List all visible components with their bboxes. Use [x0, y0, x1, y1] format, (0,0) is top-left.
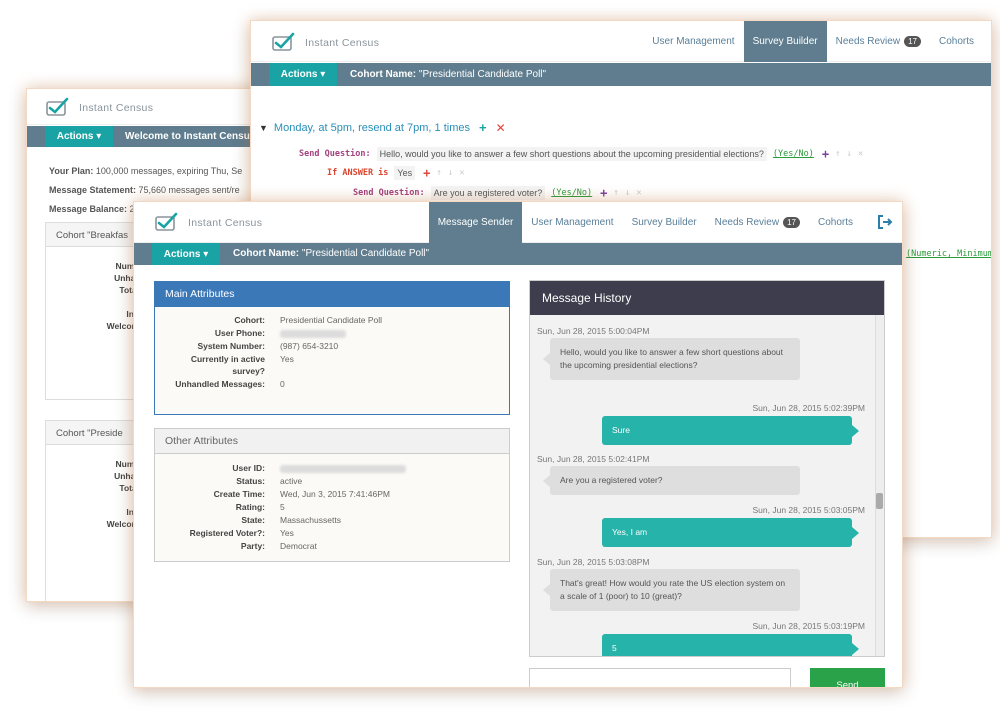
actions-button[interactable]: Actions ▾	[45, 126, 113, 147]
tab-cohorts[interactable]: Cohorts	[930, 21, 983, 62]
logo-icon	[272, 32, 295, 51]
arrow-up-icon[interactable]: ↑	[436, 168, 441, 178]
outgoing-message: Yes, I am	[602, 518, 859, 547]
message-timestamp: Sun, Jun 28, 2015 5:03:19PM	[752, 621, 865, 631]
answer-type-link[interactable]: (Numeric, Minimum	[906, 249, 991, 259]
actions-button[interactable]: Actions ▾	[269, 63, 337, 86]
tab-message-sender[interactable]: Message Sender	[428, 202, 523, 243]
message-sender-window: Instant Census Message Sender User Manag…	[133, 201, 903, 688]
message-timestamp: Sun, Jun 28, 2015 5:00:04PM	[537, 326, 650, 336]
main-nav: User Management Survey Builder Needs Rev…	[643, 21, 983, 62]
redacted-value	[280, 464, 406, 473]
tab-survey-builder[interactable]: Survey Builder	[623, 202, 706, 243]
arrow-up-icon[interactable]: ↑	[613, 188, 618, 198]
arrow-down-icon[interactable]: ↓	[448, 168, 453, 178]
answer-type-link[interactable]: (Yes/No)	[773, 149, 814, 159]
redacted-value	[280, 329, 346, 338]
top-bar: Instant Census Message Sender User Manag…	[134, 202, 902, 243]
review-count-badge: 17	[904, 36, 921, 47]
actions-button[interactable]: Actions ▾	[152, 243, 220, 265]
outgoing-message: Sure	[602, 416, 859, 445]
if-answer-label: If ANSWER is	[327, 168, 389, 178]
incoming-message: Hello, would you like to answer a few sh…	[543, 338, 800, 380]
send-question-label: Send Question:	[353, 188, 425, 198]
add-icon[interactable]: +	[600, 186, 607, 200]
scrollbar-thumb[interactable]	[876, 493, 883, 509]
review-count-badge: 17	[783, 217, 800, 228]
message-timestamp: Sun, Jun 28, 2015 5:03:05PM	[752, 505, 865, 515]
tab-user-management[interactable]: User Management	[522, 202, 622, 243]
statement-line: Message Statement: 75,660 messages sent/…	[49, 185, 240, 195]
if-answer-value[interactable]: Yes	[394, 166, 416, 180]
answer-type-link[interactable]: (Yes/No)	[551, 188, 592, 198]
close-icon[interactable]: ✕	[858, 149, 863, 159]
add-icon[interactable]: +	[423, 166, 430, 180]
panel-title: Other Attributes	[155, 429, 509, 454]
send-question-label: Send Question:	[299, 149, 371, 159]
close-icon[interactable]: ✕	[636, 188, 641, 198]
action-bar: Actions ▾ Cohort Name: "Presidential Can…	[134, 243, 902, 265]
schedule-text[interactable]: Monday, at 5pm, resend at 7pm, 1 times	[274, 122, 470, 134]
tab-cohorts[interactable]: Cohorts	[809, 202, 862, 243]
other-attributes-panel: Other Attributes User ID: Status: active …	[154, 428, 510, 562]
brand[interactable]: Instant Census	[45, 97, 153, 119]
brand[interactable]: Instant Census	[271, 32, 379, 54]
tab-needs-review[interactable]: Needs Review 17	[827, 21, 930, 62]
plan-line: Your Plan: 100,000 messages, expiring Th…	[49, 166, 243, 176]
cohort-name: Cohort Name: "Presidential Candidate Pol…	[233, 248, 430, 259]
tab-survey-builder[interactable]: Survey Builder	[743, 21, 827, 62]
welcome-text: Welcome to Instant Census,	[125, 131, 259, 142]
tab-user-management[interactable]: User Management	[643, 21, 743, 62]
main-nav: Message Sender User Management Survey Bu…	[428, 202, 862, 243]
brand-name: Instant Census	[188, 217, 263, 229]
chevron-down-icon[interactable]: ▼	[259, 123, 268, 133]
message-input[interactable]	[529, 668, 791, 687]
incoming-message: Are you a registered voter?	[543, 466, 800, 495]
brand[interactable]: Instant Census	[154, 212, 262, 234]
condition-row: If ANSWER is Yes + ↑ ↓ ✕	[327, 166, 465, 180]
message-history-title: Message History	[530, 281, 884, 315]
balance-line: Message Balance: 2	[49, 204, 135, 214]
message-history-panel: Message History Sun, Jun 28, 2015 5:00:0…	[529, 280, 885, 657]
arrow-up-icon[interactable]: ↑	[835, 149, 840, 159]
message-timestamp: Sun, Jun 28, 2015 5:02:41PM	[537, 454, 650, 464]
brand-name: Instant Census	[79, 102, 154, 114]
tab-needs-review[interactable]: Needs Review 17	[706, 202, 809, 243]
incoming-message: That's great! How would you rate the US …	[543, 569, 800, 611]
arrow-down-icon[interactable]: ↓	[625, 188, 630, 198]
panel-title: Main Attributes	[155, 282, 509, 307]
message-timestamp: Sun, Jun 28, 2015 5:03:08PM	[537, 557, 650, 567]
main-attributes-panel: Main Attributes Cohort: Presidential Cand…	[154, 281, 510, 415]
logo-icon	[155, 212, 178, 231]
schedule-row: ▼ Monday, at 5pm, resend at 7pm, 1 times…	[259, 120, 506, 135]
arrow-down-icon[interactable]: ↓	[847, 149, 852, 159]
cohort-name: Cohort Name: "Presidential Candidate Pol…	[350, 69, 547, 80]
question-text[interactable]: Hello, would you like to answer a few sh…	[376, 147, 767, 161]
question-row: Send Question: Are you a registered vote…	[353, 186, 642, 200]
brand-name: Instant Census	[305, 37, 380, 49]
send-button[interactable]: Send	[810, 668, 885, 687]
action-bar: Actions ▾ Cohort Name: "Presidential Can…	[251, 63, 991, 86]
outgoing-message: 5	[602, 634, 859, 656]
add-icon[interactable]: +	[479, 120, 487, 135]
close-icon[interactable]: ✕	[459, 168, 464, 178]
close-icon[interactable]: ✕	[496, 121, 506, 135]
top-bar: Instant Census User Management Survey Bu…	[251, 21, 991, 62]
logo-icon	[46, 97, 69, 116]
question-text[interactable]: Are you a registered voter?	[430, 186, 546, 200]
logout-icon[interactable]	[877, 215, 893, 229]
scrollbar[interactable]	[875, 315, 884, 656]
question-row: Send Question: Hello, would you like to …	[299, 147, 863, 161]
message-timestamp: Sun, Jun 28, 2015 5:02:39PM	[752, 403, 865, 413]
add-icon[interactable]: +	[822, 147, 829, 161]
